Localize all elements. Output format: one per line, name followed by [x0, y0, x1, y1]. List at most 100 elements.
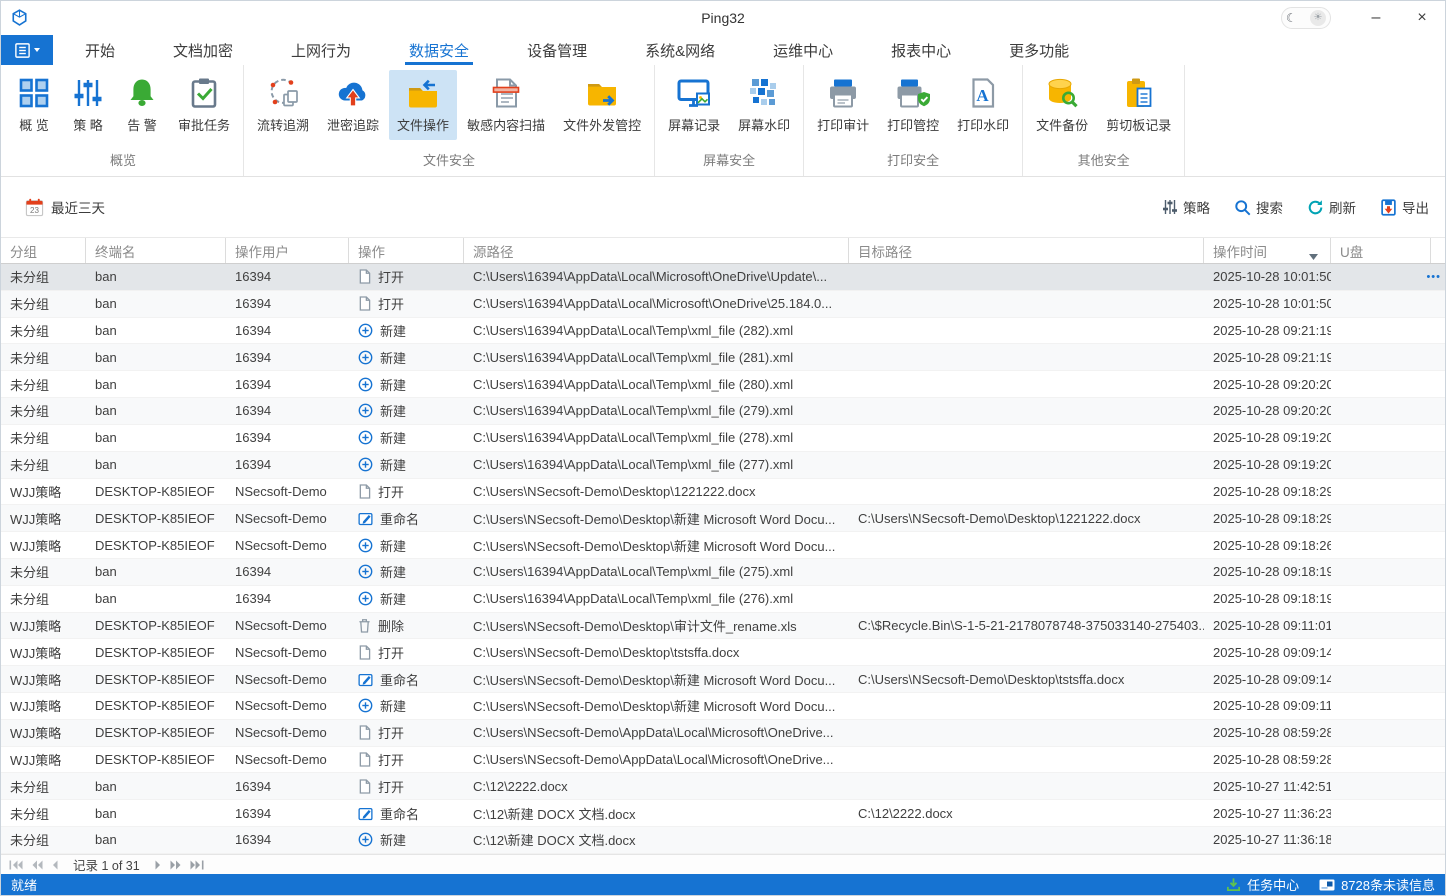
table-row[interactable]: 未分组ban16394重命名C:\12\新建 DOCX 文档.docxC:\12…	[1, 800, 1445, 827]
ribbon-button-策略[interactable]: 策 略	[62, 70, 114, 140]
table-row[interactable]: WJJ策略DESKTOP-K85IEOFNSecsoft-Demo新建C:\Us…	[1, 693, 1445, 720]
column-header-操作时间[interactable]: 操作时间	[1204, 238, 1331, 263]
cell-time: 2025-10-28 08:59:28	[1204, 752, 1331, 767]
table-row[interactable]: WJJ策略DESKTOP-K85IEOFNSecsoft-Demo重命名C:\U…	[1, 666, 1445, 693]
new-icon	[358, 377, 373, 392]
minimize-button[interactable]: –	[1353, 1, 1399, 35]
ribbon-button-敏感内容扫描[interactable]: 敏感内容扫描	[459, 70, 553, 140]
ribbon-button-打印审计[interactable]: 打印审计	[809, 70, 877, 140]
table-row[interactable]: WJJ策略DESKTOP-K85IEOFNSecsoft-Demo打开C:\Us…	[1, 747, 1445, 774]
cell-time: 2025-10-28 09:21:19	[1204, 323, 1331, 338]
cell-op: 新建	[349, 348, 464, 367]
tab-数据安全[interactable]: 数据安全	[393, 35, 485, 65]
table-row[interactable]: WJJ策略DESKTOP-K85IEOFNSecsoft-Demo打开C:\Us…	[1, 479, 1445, 506]
column-header-源路径[interactable]: 源路径	[464, 238, 849, 263]
tab-系统&网络[interactable]: 系统&网络	[629, 35, 731, 65]
unread-messages-button[interactable]: 8728条未读信息	[1319, 875, 1435, 894]
cell-terminal: ban	[86, 591, 226, 606]
page-fast-prev-button[interactable]	[32, 860, 43, 870]
sun-icon[interactable]: ☀	[1310, 10, 1326, 26]
table-row[interactable]: 未分组ban16394打开C:\Users\16394\AppData\Loca…	[1, 291, 1445, 318]
column-header-分组[interactable]: 分组	[1, 238, 86, 263]
page-fast-next-icon	[170, 860, 181, 870]
ribbon-button-屏幕记录[interactable]: 屏幕记录	[660, 70, 728, 140]
table-row[interactable]: 未分组ban16394新建C:\Users\16394\AppData\Loca…	[1, 344, 1445, 371]
tab-开始[interactable]: 开始	[69, 35, 131, 65]
cell-op: 新建	[349, 428, 464, 447]
ribbon-button-文件备份[interactable]: 文件备份	[1028, 70, 1096, 140]
page-prev-button[interactable]	[52, 860, 58, 870]
row-actions-ellipsis-icon[interactable]: •••	[1426, 271, 1441, 283]
print-audit-icon	[825, 76, 861, 110]
cell-user: NSecsoft-Demo	[226, 484, 349, 499]
tab-文档加密[interactable]: 文档加密	[157, 35, 249, 65]
ribbon-button-告警[interactable]: 告 警	[116, 70, 168, 140]
svg-text:23: 23	[30, 206, 39, 215]
table-row[interactable]: WJJ策略DESKTOP-K85IEOFNSecsoft-Demo打开C:\Us…	[1, 639, 1445, 666]
page-fast-next-button[interactable]	[170, 860, 181, 870]
ribbon-button-流转追溯[interactable]: 流转追溯	[249, 70, 317, 140]
operation-label: 打开	[378, 267, 404, 286]
cell-op: 打开	[349, 750, 464, 769]
column-filter-arrow-icon[interactable]	[1309, 248, 1318, 263]
ribbon-button-打印水印[interactable]: A打印水印	[949, 70, 1017, 140]
ribbon-button-概览[interactable]: 概 览	[8, 70, 60, 140]
tab-设备管理[interactable]: 设备管理	[511, 35, 603, 65]
table-row[interactable]: 未分组ban16394新建C:\Users\16394\AppData\Loca…	[1, 586, 1445, 613]
toolbar-action-策略[interactable]: 策略	[1162, 197, 1210, 217]
toolbar-action-导出[interactable]: 导出	[1380, 197, 1429, 217]
table-row[interactable]: 未分组ban16394新建C:\Users\16394\AppData\Loca…	[1, 318, 1445, 345]
column-header-U盘[interactable]: U盘	[1331, 238, 1431, 263]
table-row[interactable]: WJJ策略DESKTOP-K85IEOFNSecsoft-Demo删除C:\Us…	[1, 613, 1445, 640]
ribbon-button-剪切板记录[interactable]: 剪切板记录	[1098, 70, 1179, 140]
cell-terminal: DESKTOP-K85IEOF	[86, 511, 226, 526]
table-row[interactable]: 未分组ban16394新建C:\Users\16394\AppData\Loca…	[1, 371, 1445, 398]
tab-运维中心[interactable]: 运维中心	[757, 35, 849, 65]
cell-group: 未分组	[1, 562, 86, 581]
file-operation-folder-icon	[405, 76, 441, 110]
column-header-操作[interactable]: 操作	[349, 238, 464, 263]
table-row[interactable]: WJJ策略DESKTOP-K85IEOFNSecsoft-Demo重命名C:\U…	[1, 505, 1445, 532]
cell-group: WJJ策略	[1, 643, 86, 662]
column-header-目标路径[interactable]: 目标路径	[849, 238, 1204, 263]
cell-terminal: ban	[86, 350, 226, 365]
new-icon	[358, 538, 373, 553]
table-row[interactable]: WJJ策略DESKTOP-K85IEOFNSecsoft-Demo打开C:\Us…	[1, 720, 1445, 747]
leak-cloud-icon	[335, 76, 371, 110]
close-button[interactable]: ×	[1399, 1, 1445, 35]
table-row[interactable]: 未分组ban16394打开C:\12\2222.docx2025-10-27 1…	[1, 773, 1445, 800]
moon-icon[interactable]: ☾	[1286, 12, 1297, 24]
tab-更多功能[interactable]: 更多功能	[993, 35, 1085, 65]
cell-time: 2025-10-27 11:36:23	[1204, 806, 1331, 821]
theme-toggle[interactable]: ☾ ☀	[1281, 7, 1331, 29]
table-row[interactable]: 未分组ban16394新建C:\Users\16394\AppData\Loca…	[1, 425, 1445, 452]
task-center-button[interactable]: 任务中心	[1226, 875, 1299, 894]
app-menu-button[interactable]	[1, 35, 53, 65]
open-icon	[358, 779, 371, 794]
ribbon-button-审批任务[interactable]: 审批任务	[170, 70, 238, 140]
toolbar-action-刷新[interactable]: 刷新	[1307, 197, 1356, 217]
table-row[interactable]: WJJ策略DESKTOP-K85IEOFNSecsoft-Demo新建C:\Us…	[1, 532, 1445, 559]
table-row[interactable]: 未分组ban16394新建C:\Users\16394\AppData\Loca…	[1, 559, 1445, 586]
page-next-icon	[155, 860, 161, 870]
operation-label: 新建	[380, 536, 406, 555]
ribbon-button-文件操作[interactable]: 文件操作	[389, 70, 457, 140]
table-row[interactable]: 未分组ban16394新建C:\Users\16394\AppData\Loca…	[1, 452, 1445, 479]
table-row[interactable]: 未分组ban16394新建C:\Users\16394\AppData\Loca…	[1, 398, 1445, 425]
date-range-filter[interactable]: 23 最近三天	[25, 197, 105, 217]
table-row[interactable]: 未分组ban16394新建C:\12\新建 DOCX 文档.docx2025-1…	[1, 827, 1445, 854]
column-header-终端名[interactable]: 终端名	[86, 238, 226, 263]
page-first-button[interactable]	[9, 860, 23, 870]
page-last-button[interactable]	[190, 860, 204, 870]
ribbon-button-泄密追踪[interactable]: 泄密追踪	[319, 70, 387, 140]
tab-报表中心[interactable]: 报表中心	[875, 35, 967, 65]
tab-上网行为[interactable]: 上网行为	[275, 35, 367, 65]
ribbon-button-打印管控[interactable]: 打印管控	[879, 70, 947, 140]
ribbon-button-文件外发管控[interactable]: 文件外发管控	[555, 70, 649, 140]
page-next-button[interactable]	[155, 860, 161, 870]
column-header-操作用户[interactable]: 操作用户	[226, 238, 349, 263]
table-row[interactable]: 未分组ban16394打开C:\Users\16394\AppData\Loca…	[1, 264, 1445, 291]
ribbon-button-屏幕水印[interactable]: 屏幕水印	[730, 70, 798, 140]
toolbar-action-label: 导出	[1402, 197, 1429, 217]
toolbar-action-搜索[interactable]: 搜索	[1234, 197, 1283, 217]
